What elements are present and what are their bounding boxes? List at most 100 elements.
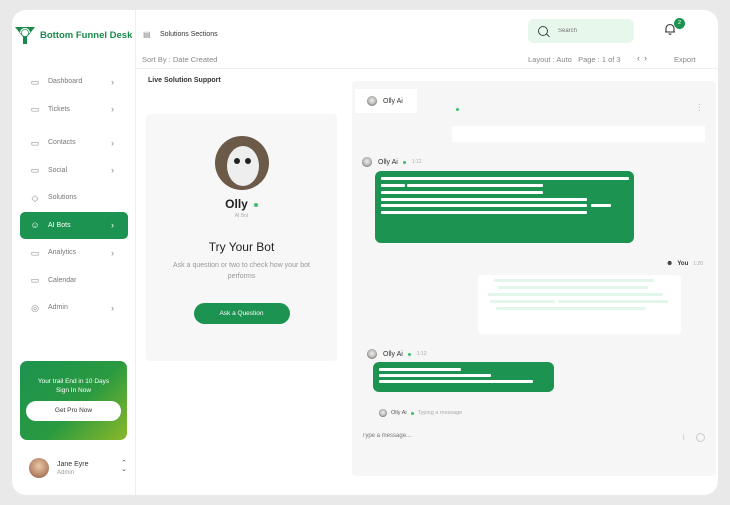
user-name: Jane Eyre: [57, 460, 89, 468]
message-composer: ⌇: [362, 433, 707, 451]
emoji-icon[interactable]: [696, 433, 705, 442]
sidebar-item-ai-bots[interactable]: ☺ AI Bots ›: [20, 211, 128, 239]
chevron-right-icon: ›: [111, 247, 114, 258]
try-bot-heading: Try Your Bot: [208, 240, 275, 254]
user-message-bubble: [478, 275, 681, 334]
chevron-up-down-icon[interactable]: ⌃ ⌄: [121, 460, 127, 473]
message-time: 1:12: [416, 351, 427, 357]
message-meta: ☻ You 1:20: [666, 260, 703, 267]
message-meta: Olly Ai 1:12: [367, 349, 427, 359]
message-sender: You: [677, 260, 689, 267]
chat-header-tab[interactable]: Olly Ai: [355, 89, 417, 113]
promo-text: Your trail End in 10 Days Sign In Now: [20, 361, 127, 395]
brand-logo[interactable]: Bottom Funnel Desk: [14, 24, 132, 46]
sidebar-item-label: Analytics: [48, 249, 77, 256]
message-input[interactable]: [362, 433, 562, 439]
brand-name: Bottom Funnel Desk: [40, 29, 133, 41]
bot-subtitle: AI Bot: [234, 213, 249, 219]
panel-title: Live Solution Support: [148, 77, 221, 84]
chart-icon: ▭: [30, 76, 40, 87]
bot-avatar: [367, 349, 377, 359]
search-icon: [538, 26, 548, 36]
ticket-icon: ▭: [30, 104, 40, 114]
bot-avatar: [379, 409, 387, 417]
chat-header-name: Olly Ai: [383, 97, 403, 105]
sidebar-item-contacts[interactable]: ▭ Contacts ›: [20, 129, 128, 156]
more-options-icon[interactable]: · · ·: [698, 101, 701, 115]
sidebar-item-tickets[interactable]: ▭ Tickets ›: [20, 96, 128, 123]
layout-select[interactable]: Layout : Auto: [528, 55, 572, 64]
chevron-right-icon: ›: [111, 220, 114, 230]
search-input[interactable]: [558, 28, 618, 34]
chat-header-strip: [452, 126, 705, 142]
sidebar-item-dashboard[interactable]: ▭ Dashboard ›: [20, 68, 128, 95]
app-window: Bottom Funnel Desk ▭ Dashboard › ▭ Ticke…: [12, 10, 718, 495]
bot-avatar: [367, 96, 377, 106]
sidebar-item-label: Social: [48, 166, 68, 174]
pagination-arrows: ‹›: [637, 53, 651, 63]
solutions-icon: ◇: [31, 192, 39, 203]
online-status-dot: [410, 411, 414, 415]
online-status-dot: [456, 108, 459, 111]
ask-question-button[interactable]: Ask a Question: [193, 303, 290, 324]
bot-icon: ☺: [30, 220, 40, 230]
bot-avatar: [362, 157, 372, 167]
bot-avatar: [214, 136, 269, 190]
online-status-dot: [402, 160, 406, 164]
upgrade-promo-card: Your trail End in 10 Days Sign In Now Ge…: [20, 361, 127, 440]
try-bot-description: Ask a question or two to check how your …: [173, 262, 310, 280]
typing-text: Typing a message: [417, 410, 463, 416]
chevron-right-icon: ›: [111, 302, 114, 313]
message-meta: Olly Ai 1:12: [362, 157, 422, 167]
sidebar-item-label: Admin: [48, 304, 68, 311]
analytics-icon: ▭: [30, 247, 40, 258]
sidebar: Bottom Funnel Desk ▭ Dashboard › ▭ Ticke…: [12, 10, 136, 495]
typing-sender: Olly Ai: [391, 410, 407, 416]
export-button[interactable]: Export: [674, 55, 696, 64]
prev-page-icon[interactable]: ‹: [637, 53, 644, 63]
typing-indicator: Olly Ai Typing a message: [379, 409, 462, 417]
user-profile[interactable]: Jane Eyre Admin ⌃ ⌄: [29, 458, 127, 478]
promo-line-2: Sign In Now: [55, 387, 92, 394]
sidebar-item-social[interactable]: ▭ Social ›: [20, 157, 128, 184]
chevron-right-icon: ›: [111, 137, 114, 148]
sidebar-item-admin[interactable]: ◎ Admin ›: [20, 294, 128, 321]
search-box[interactable]: [528, 19, 634, 43]
calendar-icon: ▭: [30, 275, 40, 285]
attachment-icon[interactable]: ⌇: [682, 434, 685, 442]
message-time: 1:12: [411, 159, 422, 165]
user-role: Admin: [57, 469, 75, 476]
message-sender: Olly Ai: [383, 350, 403, 358]
notification-badge: 2: [674, 18, 685, 29]
chart-icon: ▤: [143, 30, 151, 39]
avatar: [29, 458, 49, 478]
next-page-icon[interactable]: ›: [644, 53, 651, 63]
sidebar-item-analytics[interactable]: ▭ Analytics ›: [20, 239, 128, 266]
sidebar-nav: ▭ Dashboard › ▭ Tickets › ▭ Contacts › ▭…: [20, 68, 128, 322]
bot-name-text: Olly: [225, 197, 248, 211]
layout-and-page: Layout : Auto Page : 1 of 3: [528, 55, 621, 64]
admin-icon: ◎: [31, 302, 39, 313]
sidebar-item-label: Contacts: [48, 139, 76, 146]
chat-panel: Olly Ai · · · Olly Ai 1:12 ☻ You 1:20 Ol…: [352, 81, 716, 476]
toolbar: Sort By : Date Created Layout : Auto Pag…: [136, 53, 718, 69]
get-pro-button[interactable]: Get Pro Now: [26, 401, 121, 421]
sidebar-item-calendar[interactable]: ▭ Calendar: [20, 267, 128, 294]
logo-funnel-icon: [15, 27, 35, 44]
social-icon: ▭: [30, 165, 40, 175]
bot-message-bubble: [375, 171, 634, 243]
chevron-right-icon: ›: [111, 165, 114, 175]
contacts-icon: ▭: [30, 137, 40, 148]
sort-dropdown[interactable]: Sort By : Date Created: [142, 55, 217, 64]
online-status-dot: [407, 352, 411, 356]
message-sender: Olly Ai: [378, 158, 398, 166]
sidebar-item-solutions[interactable]: ◇ Solutions: [20, 184, 128, 211]
sidebar-item-label: Tickets: [48, 105, 70, 113]
chevron-right-icon: ›: [111, 104, 114, 114]
bot-message-bubble: [373, 362, 554, 392]
page-title: Solutions Sections: [160, 31, 218, 38]
chevron-right-icon: ›: [111, 76, 114, 87]
sidebar-item-label: AI Bots: [48, 221, 71, 229]
bot-card: Olly AI Bot Try Your Bot Ask a question …: [146, 114, 337, 361]
bot-small-icon: ☻: [666, 260, 674, 267]
